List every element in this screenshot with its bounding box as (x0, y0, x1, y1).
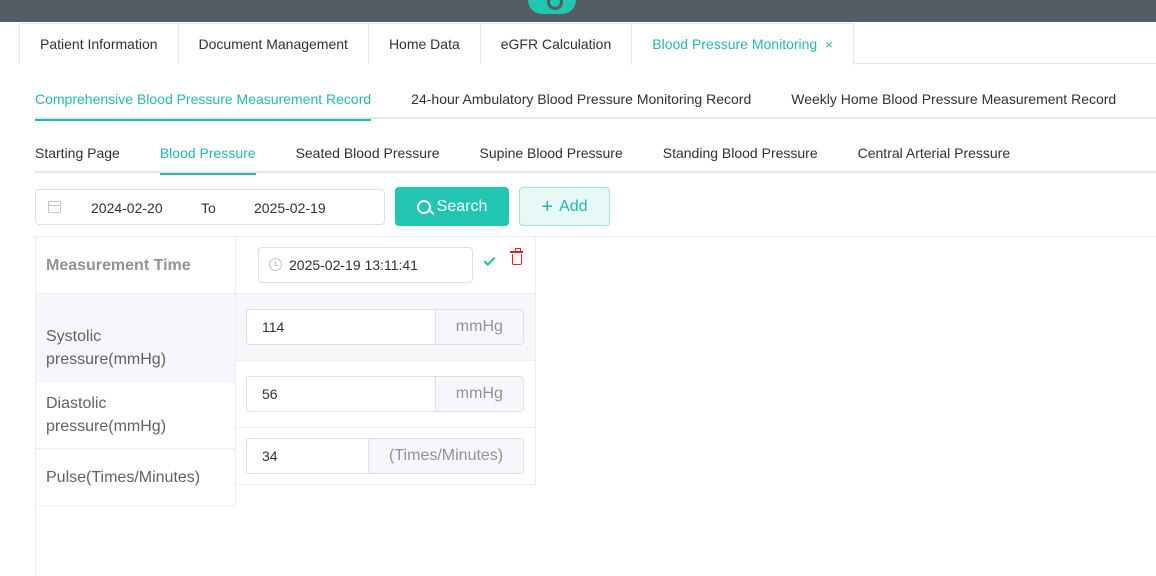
diastolic-unit: mmHg (435, 377, 523, 411)
tab-supine-blood-pressure[interactable]: Supine Blood Pressure (480, 137, 623, 173)
add-button-label: Add (559, 197, 588, 215)
clock-icon (269, 258, 282, 271)
diastolic-input-group: 56 mmHg (246, 376, 524, 412)
calendar-icon (48, 201, 61, 213)
tab-central-arterial-pressure[interactable]: Central Arterial Pressure (858, 137, 1011, 173)
tab-label: Patient Information (40, 36, 158, 52)
tab-ambulatory-record[interactable]: 24-hour Ambulatory Blood Pressure Monito… (411, 82, 751, 119)
pulse-input-group: 34 (Times/Minutes) (246, 438, 524, 474)
diastolic-row: 56 mmHg (236, 361, 535, 428)
pulse-unit: (Times/Minutes) (369, 439, 523, 473)
systolic-row: 114 mmHg (236, 294, 535, 361)
top-bar (0, 0, 1156, 22)
tab-egfr-calculation[interactable]: eGFR Calculation (479, 23, 632, 64)
tab-label: Document Management (198, 36, 348, 52)
tab-comprehensive-record[interactable]: Comprehensive Blood Pressure Measurement… (35, 82, 372, 121)
systolic-input[interactable]: 114 (247, 310, 436, 344)
tab-blood-pressure[interactable]: Blood Pressure (159, 137, 256, 175)
tab-weekly-home-record[interactable]: Weekly Home Blood Pressure Measurement R… (791, 82, 1116, 119)
record-tabs: Comprehensive Blood Pressure Measurement… (35, 82, 1156, 121)
measurement-type-tabs: Starting Page Blood Pressure Seated Bloo… (35, 137, 1156, 175)
main-tabs: Patient Information Document Management … (19, 23, 1156, 65)
tab-label: Home Data (388, 36, 460, 52)
delete-icon[interactable] (510, 248, 523, 265)
start-date-input[interactable]: 2024-02-20 (91, 200, 163, 216)
search-button[interactable]: Search (395, 187, 509, 226)
tab-standing-blood-pressure[interactable]: Standing Blood Pressure (663, 137, 818, 173)
search-button-label: Search (436, 197, 488, 215)
systolic-unit: mmHg (435, 310, 523, 344)
value-column: 2025-02-19 13:11:41 114 mmHg 56 mmHg 34 … (236, 237, 536, 485)
pulse-label: Pulse(Times/Minutes) (36, 449, 236, 506)
diastolic-input[interactable]: 56 (247, 377, 436, 411)
measurement-time-input[interactable]: 2025-02-19 13:11:41 (258, 247, 473, 283)
record-panel: Measurement Time Systolic pressure(mmHg)… (35, 236, 1156, 576)
measurement-time-label: Measurement Time (36, 237, 236, 294)
add-button[interactable]: + Add (519, 187, 610, 226)
measurement-time-value: 2025-02-19 13:11:41 (289, 257, 418, 273)
search-icon (416, 199, 431, 214)
tab-patient-information[interactable]: Patient Information (19, 23, 178, 64)
tab-seated-blood-pressure[interactable]: Seated Blood Pressure (296, 137, 440, 173)
app-logo (528, 0, 576, 14)
tab-label: eGFR Calculation (500, 36, 612, 52)
measurement-time-row: 2025-02-19 13:11:41 (236, 237, 535, 294)
pulse-row: 34 (Times/Minutes) (236, 428, 535, 485)
end-date-input[interactable]: 2025-02-19 (254, 200, 326, 216)
tab-home-data[interactable]: Home Data (367, 23, 480, 64)
date-range-picker[interactable]: 2024-02-20 To 2025-02-19 (35, 189, 385, 225)
tab-document-management[interactable]: Document Management (177, 23, 368, 64)
pulse-input[interactable]: 34 (247, 439, 370, 473)
tab-label: Blood Pressure Monitoring (652, 36, 818, 52)
diastolic-label: Diastolic pressure(mmHg) (36, 382, 236, 449)
date-range-separator: To (201, 200, 216, 216)
systolic-label: Systolic pressure(mmHg) (36, 294, 236, 382)
close-icon[interactable]: × (825, 37, 833, 52)
tab-starting-page[interactable]: Starting Page (35, 137, 120, 173)
plus-icon: + (541, 195, 554, 218)
confirm-check-icon[interactable] (483, 253, 496, 267)
systolic-input-group: 114 mmHg (246, 309, 524, 345)
tab-blood-pressure-monitoring[interactable]: Blood Pressure Monitoring × (631, 23, 854, 65)
